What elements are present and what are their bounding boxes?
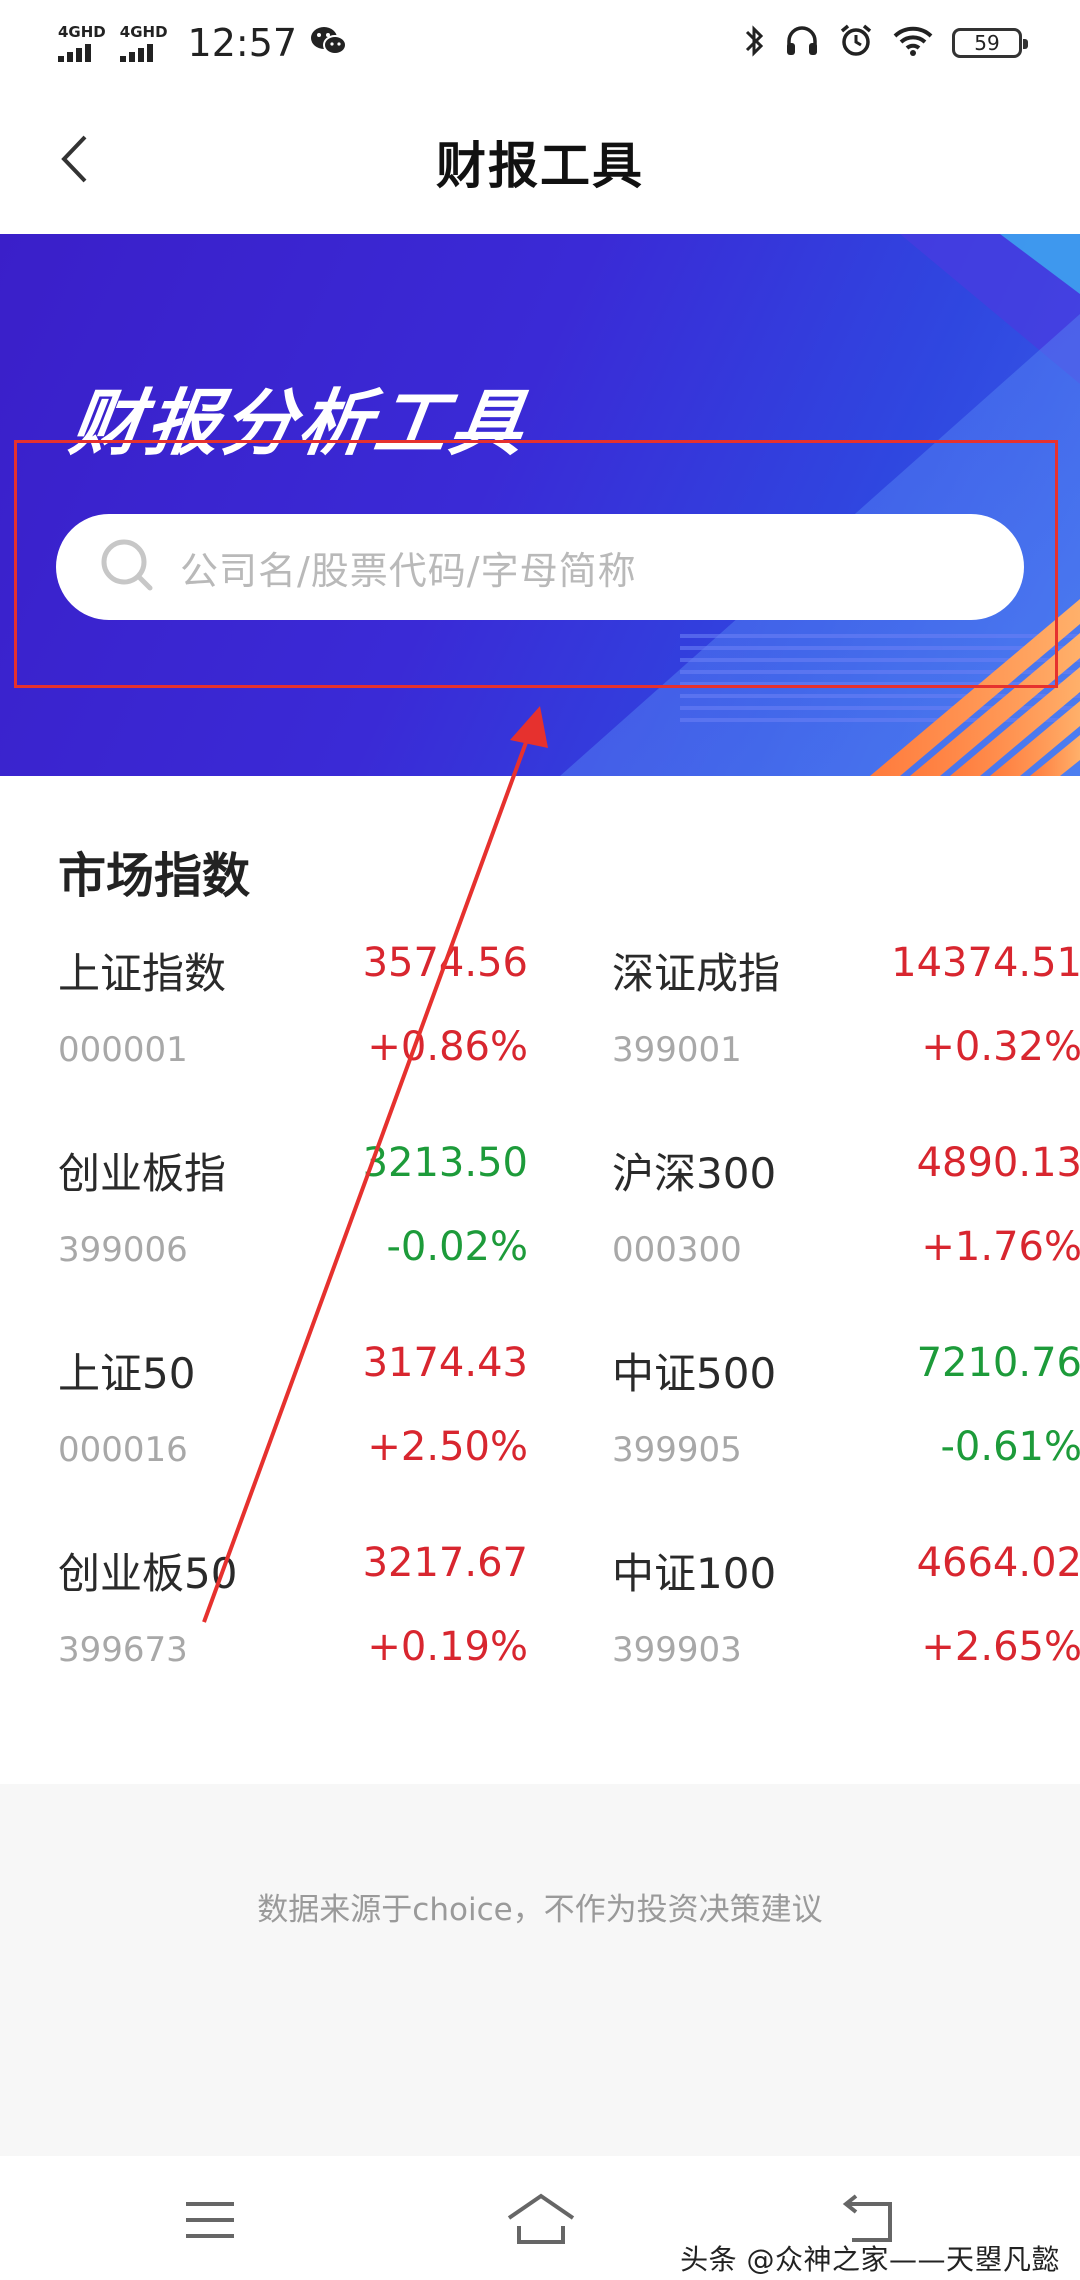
index-name: 中证500 [612, 1349, 777, 1398]
index-code: 399673 [58, 1630, 188, 1670]
index-item-csi100[interactable]: 中证100 399903 4664.02 +2.65% [612, 1540, 1080, 1690]
index-item-chinext50[interactable]: 创业板50 399673 3217.67 +0.19% [58, 1540, 528, 1690]
headphones-icon [784, 24, 820, 62]
wifi-icon [892, 25, 934, 61]
alarm-icon [838, 23, 874, 63]
index-change: +2.50% [367, 1424, 528, 1470]
section-title-market: 市场指数 [58, 848, 251, 904]
index-code: 000300 [612, 1230, 742, 1270]
index-value: 3574.56 [362, 940, 528, 986]
signal-bars-icon [119, 42, 153, 62]
index-change: +2.65% [921, 1624, 1080, 1670]
index-value: 4890.13 [916, 1140, 1080, 1186]
index-change: +0.32% [921, 1024, 1080, 1070]
index-code: 399905 [612, 1430, 742, 1470]
signal-indicator-2: 4GHD [119, 22, 168, 62]
index-name: 沪深300 [612, 1149, 777, 1198]
menu-button[interactable] [180, 2190, 240, 2250]
search-input[interactable]: 公司名/股票代码/字母简称 [56, 514, 1024, 620]
index-change: +1.76% [921, 1224, 1080, 1270]
index-item-sse-composite[interactable]: 上证指数 000001 3574.56 +0.86% [58, 940, 528, 1090]
index-value: 14374.51 [891, 940, 1080, 986]
signal-label: 4GHD [119, 22, 168, 41]
index-value: 3174.43 [362, 1340, 528, 1386]
index-change: -0.61% [940, 1424, 1080, 1470]
signal-bars-icon [58, 42, 91, 62]
battery-indicator: 59 [952, 28, 1028, 58]
status-right-group: 59 [744, 23, 1028, 63]
watermark-text: 头条 @众神之家——天曌凡懿 [680, 2243, 1060, 2276]
index-name: 深证成指 [612, 949, 781, 998]
footer-area: 数据来源于choice，不作为投资决策建议 [0, 1784, 1080, 2156]
index-item-sse50[interactable]: 上证50 000016 3174.43 +2.50% [58, 1340, 528, 1490]
index-change: +0.86% [367, 1024, 528, 1070]
index-value: 4664.02 [916, 1540, 1080, 1586]
signal-label: 4GHD [58, 22, 106, 41]
bluetooth-icon [744, 23, 766, 63]
index-item-csi300[interactable]: 沪深300 000300 4890.13 +1.76% [612, 1140, 1080, 1290]
index-code: 000016 [58, 1430, 188, 1470]
index-item-csi500[interactable]: 中证500 399905 7210.76 -0.61% [612, 1340, 1080, 1490]
search-placeholder: 公司名/股票代码/字母简称 [180, 548, 637, 593]
signal-indicator-1: 4GHD [58, 22, 106, 62]
home-icon [505, 2193, 577, 2254]
page: 4GHD 4GHD 12:57 59 财报工具 财报分析工具 公司名/股票代码/… [0, 0, 1080, 2280]
index-name: 上证50 [58, 1349, 196, 1398]
index-name: 创业板50 [58, 1549, 238, 1598]
index-change: -0.02% [386, 1224, 528, 1270]
menu-icon [180, 2202, 240, 2254]
status-bar: 4GHD 4GHD 12:57 59 [0, 0, 1080, 86]
index-value: 3213.50 [362, 1140, 528, 1186]
status-time: 12:57 [187, 21, 298, 65]
wechat-icon [309, 24, 348, 62]
index-code: 399006 [58, 1230, 188, 1270]
index-name: 创业板指 [58, 1149, 227, 1198]
data-source-note: 数据来源于choice，不作为投资决策建议 [257, 1892, 823, 1928]
index-name: 上证指数 [58, 949, 227, 998]
index-change: +0.19% [367, 1624, 528, 1670]
index-value: 3217.67 [362, 1540, 528, 1586]
app-header: 财报工具 [0, 86, 1080, 234]
search-icon [98, 536, 156, 598]
banner: 财报分析工具 公司名/股票代码/字母简称 [0, 234, 1080, 776]
index-code: 000001 [58, 1030, 188, 1070]
page-title: 财报工具 [436, 137, 644, 195]
index-code: 399903 [612, 1630, 742, 1670]
index-item-szse-component[interactable]: 深证成指 399001 14374.51 +0.32% [612, 940, 1080, 1090]
index-item-chinext[interactable]: 创业板指 399006 3213.50 -0.02% [58, 1140, 528, 1290]
index-code: 399001 [612, 1030, 742, 1070]
index-name: 中证100 [612, 1549, 777, 1598]
home-button[interactable] [505, 2190, 577, 2250]
index-value: 7210.76 [916, 1340, 1080, 1386]
